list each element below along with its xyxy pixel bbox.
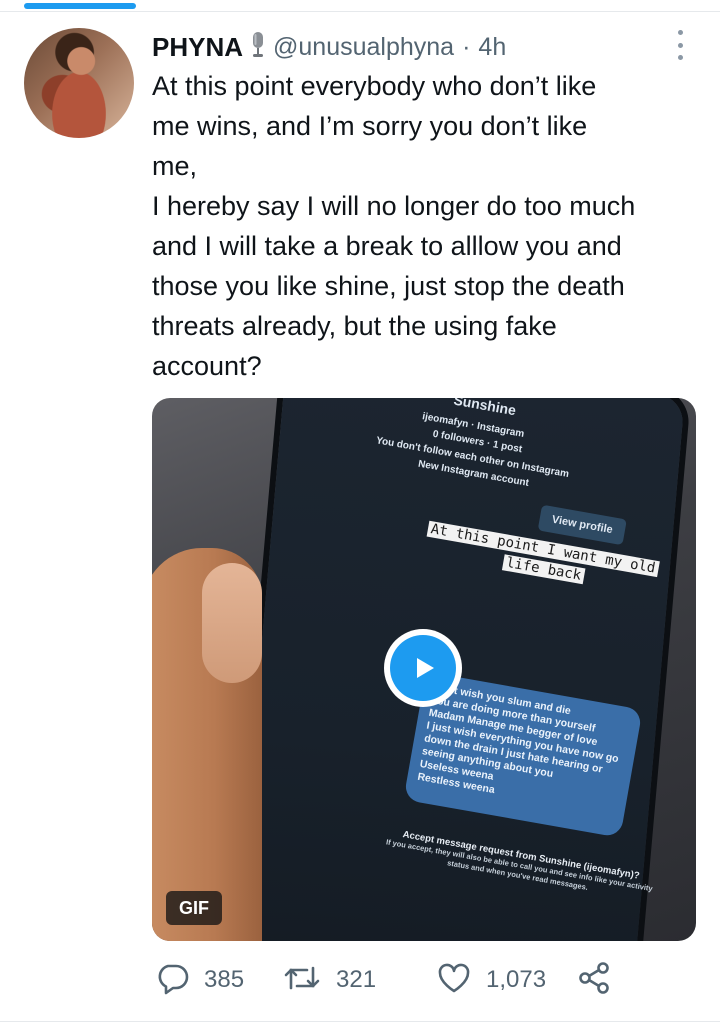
tweet-text-line: threats already, but the using fake xyxy=(152,311,557,341)
retweet-count: 321 xyxy=(336,966,377,993)
separator-dot: · xyxy=(462,32,471,61)
like-action[interactable]: 1,073 xyxy=(436,958,546,1002)
loading-progress-bar xyxy=(24,3,136,9)
like-count: 1,073 xyxy=(486,966,547,993)
tweet-text-line: I hereby say I will no longer do too muc… xyxy=(152,191,636,221)
tweet-text: At this point everybody who don’t like m… xyxy=(152,66,702,386)
tweet-text-line: those you like shine, just stop the deat… xyxy=(152,271,625,301)
tweet-header: PHYNA @unusualphyna · 4h xyxy=(152,30,506,64)
thumbnail-image xyxy=(202,563,262,683)
retweet-icon xyxy=(282,960,322,1001)
tweet-text-line: account? xyxy=(152,351,262,381)
screen-accept-sub: If you accept, they will also be able to… xyxy=(385,837,654,894)
media-gif[interactable]: Sunshine ijeomafyn · Instagram 0 followe… xyxy=(152,398,696,941)
tweet-text-line: and I will take a break to alllow you an… xyxy=(152,231,622,261)
screen-view-profile: View profile xyxy=(537,504,627,546)
top-divider xyxy=(0,11,720,12)
microphone-icon xyxy=(249,30,267,65)
tweet-text-line: me wins, and I’m sorry you don’t like xyxy=(152,111,588,141)
reply-count: 385 xyxy=(204,966,245,993)
display-name[interactable]: PHYNA xyxy=(152,32,243,63)
tweet-timestamp[interactable]: 4h xyxy=(478,33,506,62)
screen-accept-request: Accept message request from Sunshine (ij… xyxy=(369,824,670,907)
heart-icon xyxy=(436,960,472,1001)
bottom-divider xyxy=(0,1021,720,1022)
avatar[interactable] xyxy=(24,28,134,138)
share-action[interactable] xyxy=(576,958,612,1002)
play-button[interactable] xyxy=(384,629,462,707)
user-handle[interactable]: @unusualphyna xyxy=(273,33,454,62)
tweet-text-line: At this point everybody who don’t like xyxy=(152,71,597,101)
play-icon xyxy=(390,635,456,701)
reply-action[interactable]: 385 xyxy=(154,958,244,1002)
reply-icon xyxy=(154,960,190,1001)
tweet-text-line: me, xyxy=(152,151,198,181)
tweet-actions: 385 321 1,073 xyxy=(152,958,692,1002)
gif-badge: GIF xyxy=(166,891,222,925)
share-icon xyxy=(576,960,612,1001)
more-options-icon[interactable] xyxy=(670,30,690,60)
screen-profile-name: Sunshine xyxy=(452,398,518,419)
retweet-action[interactable]: 321 xyxy=(282,958,376,1002)
